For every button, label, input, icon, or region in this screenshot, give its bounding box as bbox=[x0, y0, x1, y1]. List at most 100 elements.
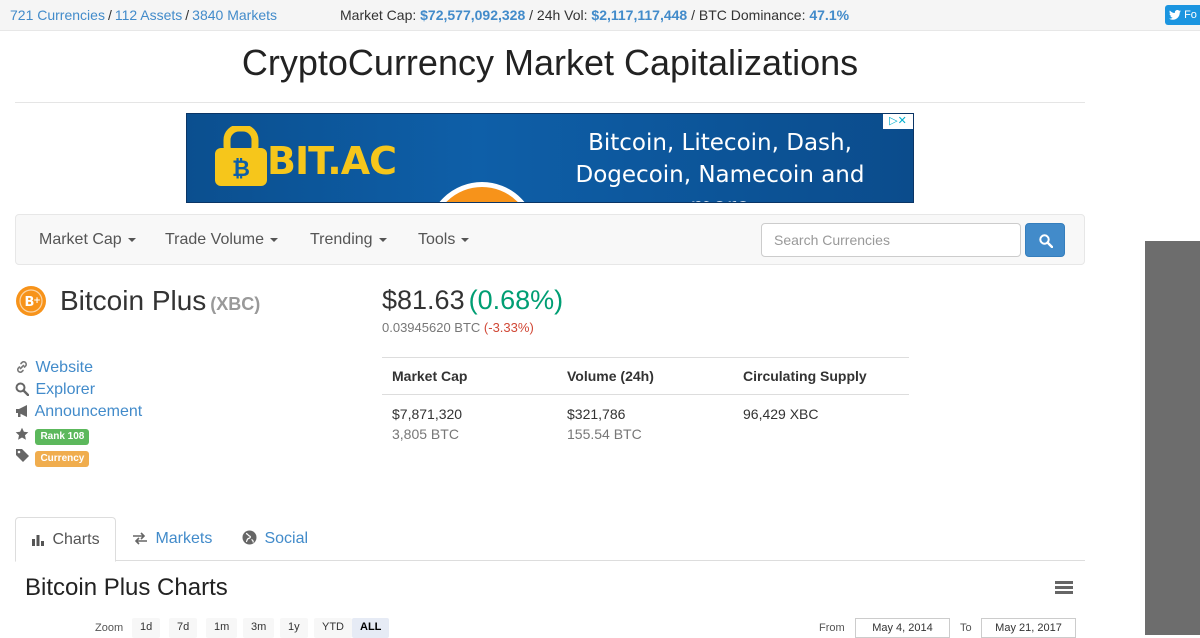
assets-link[interactable]: 112 Assets bbox=[115, 7, 182, 23]
volume-btc: 155.54 BTC bbox=[567, 426, 642, 442]
chart-menu-icon[interactable] bbox=[1055, 581, 1073, 595]
type-badge: Currency bbox=[35, 451, 90, 467]
star-icon bbox=[15, 427, 31, 446]
global-counts: 721 Currencies/112 Assets/3840 Markets bbox=[10, 7, 277, 23]
announcement-link-row: Announcement bbox=[15, 403, 142, 423]
banner-brand: BIT.AC bbox=[267, 139, 397, 183]
range-from-input[interactable]: May 4, 2014 bbox=[855, 618, 950, 638]
zoom-1m-button[interactable]: 1m bbox=[206, 618, 238, 638]
caret-down-icon bbox=[270, 237, 279, 242]
banner-coin-graphic bbox=[427, 182, 537, 202]
charts-title: Bitcoin Plus Charts bbox=[25, 574, 228, 601]
zoom-1d-button[interactable]: 1d bbox=[132, 618, 161, 638]
currencies-link[interactable]: 721 Currencies bbox=[10, 7, 105, 23]
bitcoin-plus-logo-icon: B + bbox=[15, 285, 47, 317]
rank-row: Rank 108 bbox=[15, 426, 90, 446]
banner-tagline: Bitcoin, Litecoin, Dash, Dogecoin, Namec… bbox=[555, 127, 885, 202]
coin-tabs: Charts Markets Social bbox=[15, 517, 1085, 562]
nav-trending-label: Trending bbox=[310, 231, 373, 248]
nav-tools[interactable]: Tools bbox=[418, 231, 470, 249]
search-button[interactable] bbox=[1025, 223, 1065, 257]
market-cap-usd: $7,871,320 bbox=[392, 406, 463, 422]
tag-icon bbox=[15, 448, 31, 468]
range-to-label: To bbox=[960, 622, 972, 634]
banner-tagline-line2: Dogecoin, Namecoin and more bbox=[575, 162, 865, 202]
circulating-supply: 96,429 XBC bbox=[743, 406, 819, 422]
side-panel-overlay bbox=[1145, 241, 1200, 635]
zoom-all-button[interactable]: ALL bbox=[352, 618, 390, 638]
adchoices-icon[interactable]: ▷✕ bbox=[883, 114, 913, 129]
website-link-row: Website bbox=[15, 359, 93, 379]
exchange-arrows-icon bbox=[132, 530, 155, 547]
svg-text:₿: ₿ bbox=[232, 157, 250, 182]
follow-label: Fo bbox=[1184, 9, 1197, 21]
price-btc-value: 0.03945620 BTC bbox=[382, 320, 481, 335]
nav-trade-volume[interactable]: Trade Volume bbox=[165, 231, 279, 249]
global-market-stats: Market Cap: $72,577,092,328 / 24h Vol: $… bbox=[340, 7, 849, 23]
nav-trade-volume-label: Trade Volume bbox=[165, 231, 265, 248]
markets-link[interactable]: 3840 Markets bbox=[192, 7, 277, 23]
banner-tagline-line1: Bitcoin, Litecoin, Dash, bbox=[588, 130, 852, 156]
separator: / bbox=[185, 7, 190, 23]
dominance-value: 47.1% bbox=[809, 7, 850, 23]
price-btc-change-percent: (-3.33%) bbox=[483, 320, 534, 335]
megaphone-icon bbox=[15, 404, 31, 423]
coin-stats-table: Market Cap Volume (24h) Circulating Supp… bbox=[382, 357, 909, 445]
explorer-link[interactable]: Explorer bbox=[35, 381, 95, 398]
volume-label: / 24h Vol: bbox=[529, 7, 588, 23]
search-icon bbox=[15, 382, 31, 401]
svg-text:+: + bbox=[33, 296, 41, 306]
price-usd-value: $81.63 bbox=[382, 285, 465, 315]
tab-social-label: Social bbox=[264, 530, 309, 547]
twitter-bird-icon bbox=[1169, 9, 1184, 21]
table-header-row: Market Cap Volume (24h) Circulating Supp… bbox=[382, 358, 909, 395]
rank-badge: Rank 108 bbox=[35, 429, 90, 445]
nav-market-cap[interactable]: Market Cap bbox=[39, 231, 136, 249]
announcement-link[interactable]: Announcement bbox=[35, 403, 143, 420]
padlock-icon: ₿ bbox=[212, 124, 270, 193]
search-input[interactable] bbox=[761, 223, 1021, 257]
divider bbox=[15, 102, 1085, 103]
caret-down-icon bbox=[378, 237, 387, 242]
dominance-label: / BTC Dominance: bbox=[691, 7, 806, 23]
market-cap-label: Market Cap: bbox=[340, 7, 417, 23]
zoom-ytd-button[interactable]: YTD bbox=[314, 618, 352, 638]
zoom-7d-button[interactable]: 7d bbox=[169, 618, 198, 638]
website-link[interactable]: Website bbox=[35, 359, 93, 376]
header-circulating-supply: Circulating Supply bbox=[743, 368, 867, 384]
price-usd: $81.63 (0.68%) bbox=[382, 285, 563, 316]
market-cap-value: $72,577,092,328 bbox=[420, 7, 526, 23]
main-navbar: Market Cap Trade Volume Trending Tools bbox=[15, 214, 1085, 265]
range-to-input[interactable]: May 21, 2017 bbox=[981, 618, 1076, 638]
twitter-follow-button[interactable]: Fo bbox=[1165, 5, 1200, 25]
explorer-link-row: Explorer bbox=[15, 381, 95, 401]
header-volume: Volume (24h) bbox=[567, 368, 654, 384]
advertisement-banner[interactable]: ₿ BIT.AC Bitcoin, Litecoin, Dash, Dogeco… bbox=[186, 113, 914, 203]
global-stats-bar: 721 Currencies/112 Assets/3840 Markets M… bbox=[0, 0, 1200, 31]
coin-name-text: Bitcoin Plus bbox=[60, 285, 207, 316]
link-icon bbox=[15, 360, 31, 379]
range-from-label: From bbox=[819, 622, 845, 634]
caret-down-icon bbox=[461, 237, 470, 242]
header-market-cap: Market Cap bbox=[392, 368, 468, 384]
separator: / bbox=[107, 7, 112, 23]
volume-usd: $321,786 bbox=[567, 406, 626, 422]
bar-chart-icon bbox=[31, 531, 52, 548]
market-cap-btc: 3,805 BTC bbox=[392, 426, 459, 442]
zoom-label: Zoom bbox=[95, 622, 124, 634]
nav-tools-label: Tools bbox=[418, 231, 456, 248]
coin-name: Bitcoin Plus (XBC) bbox=[60, 285, 260, 317]
zoom-3m-button[interactable]: 3m bbox=[243, 618, 275, 638]
tab-charts-label: Charts bbox=[52, 531, 100, 548]
tab-markets[interactable]: Markets bbox=[117, 517, 227, 561]
type-row: Currency bbox=[15, 448, 90, 468]
zoom-1y-button[interactable]: 1y bbox=[280, 618, 308, 638]
tab-charts[interactable]: Charts bbox=[15, 517, 116, 562]
nav-market-cap-label: Market Cap bbox=[39, 231, 122, 248]
nav-trending[interactable]: Trending bbox=[310, 231, 387, 249]
table-row: $7,871,320 3,805 BTC $321,786 155.54 BTC… bbox=[382, 395, 909, 445]
caret-down-icon bbox=[127, 237, 136, 242]
volume-value: $2,117,117,448 bbox=[591, 7, 688, 23]
page-title: CryptoCurrency Market Capitalizations bbox=[241, 42, 859, 83]
tab-social[interactable]: Social bbox=[227, 517, 323, 561]
